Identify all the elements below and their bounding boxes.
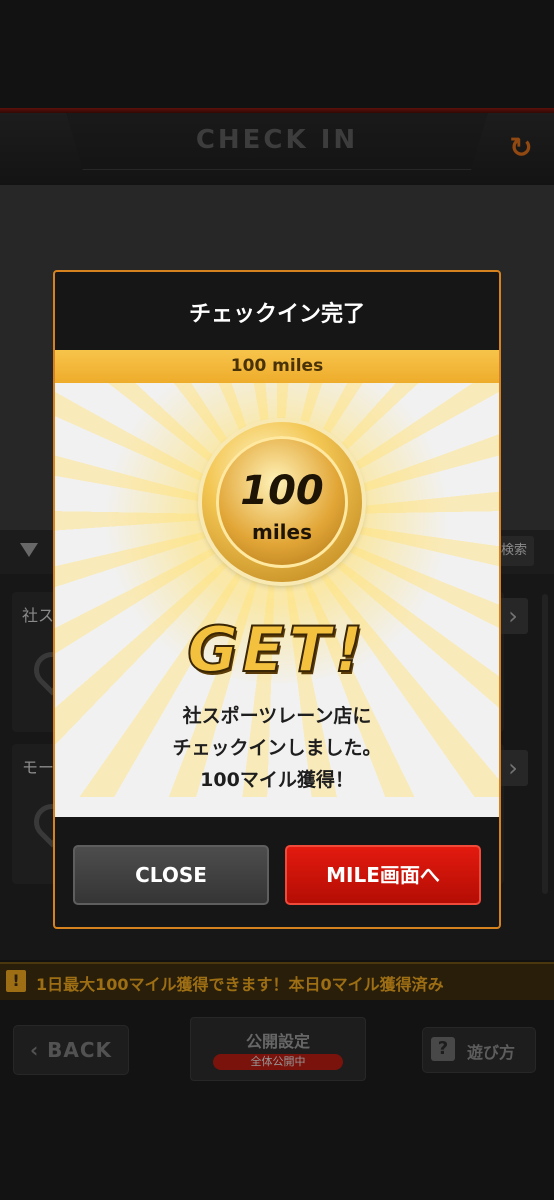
dialog-title: チェックイン完了 xyxy=(188,302,365,327)
get-banner: GET! xyxy=(186,612,367,687)
reward-amount: 100 miles xyxy=(230,356,324,376)
message-line-1: 社スポーツレーン店に xyxy=(182,705,372,727)
mile-screen-button[interactable]: MILE画面へ xyxy=(285,845,481,905)
reward-bar: 100 miles xyxy=(55,350,499,383)
coin-value: 100 xyxy=(240,468,324,514)
coin-face: 100 miles xyxy=(216,436,348,568)
coin-unit: miles xyxy=(251,520,313,544)
message-line-2: チェックインしました。 xyxy=(172,737,382,759)
checkin-complete-dialog: チェックイン完了 100 miles 100 miles GET! 社スポーツレ… xyxy=(53,270,501,929)
reward-panel: 100 miles GET! 社スポーツレーン店に チェックインしました。 10… xyxy=(55,383,499,817)
close-button[interactable]: CLOSE xyxy=(73,845,269,905)
mile-coin-icon: 100 miles xyxy=(202,422,362,582)
message-line-3: 100マイル獲得！ xyxy=(200,769,354,791)
